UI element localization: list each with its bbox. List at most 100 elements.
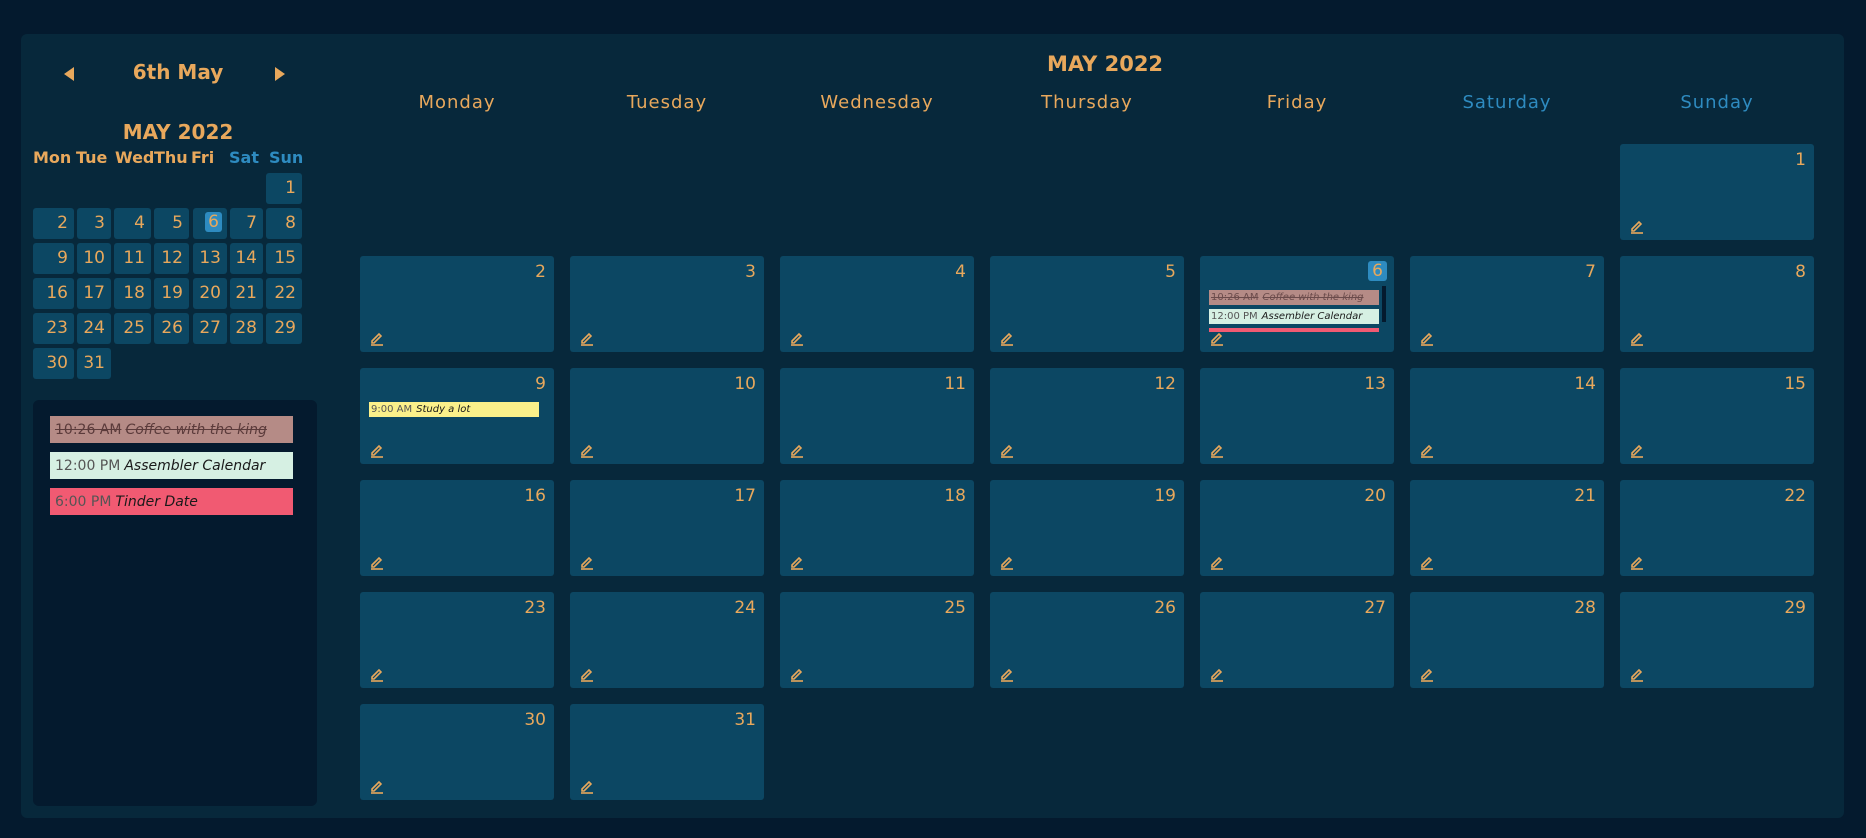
mini-day-1[interactable]: 1	[266, 173, 302, 204]
day-cell-21[interactable]: 21	[1410, 480, 1604, 576]
edit-day-button[interactable]	[789, 666, 805, 682]
edit-day-button[interactable]	[1629, 554, 1645, 570]
edit-day-button[interactable]	[1419, 554, 1435, 570]
agenda-item[interactable]: 10:26 AM Coffee with the king	[50, 416, 293, 443]
mini-day-5[interactable]: 5	[154, 208, 189, 239]
day-cell-9[interactable]: 9 9:00 AM Study a lot	[360, 368, 554, 464]
day-cell-19[interactable]: 19	[990, 480, 1184, 576]
day-cell-29[interactable]: 29	[1620, 592, 1814, 688]
day-cell-1[interactable]: 1	[1620, 144, 1814, 240]
edit-day-button[interactable]	[579, 330, 595, 346]
day-cell-20[interactable]: 20	[1200, 480, 1394, 576]
edit-day-button[interactable]	[1629, 666, 1645, 682]
day-cell-28[interactable]: 28	[1410, 592, 1604, 688]
mini-day-7[interactable]: 7	[230, 208, 263, 239]
mini-day-28[interactable]: 28	[230, 313, 263, 344]
day-cell-22[interactable]: 22	[1620, 480, 1814, 576]
edit-day-button[interactable]	[369, 442, 385, 458]
mini-day-12[interactable]: 12	[154, 243, 189, 274]
mini-day-30[interactable]: 30	[33, 348, 74, 379]
mini-day-2[interactable]: 2	[33, 208, 74, 239]
mini-day-29[interactable]: 29	[266, 313, 302, 344]
edit-day-button[interactable]	[579, 778, 595, 794]
next-day-button[interactable]	[268, 62, 292, 86]
day-cell-5[interactable]: 5	[990, 256, 1184, 352]
edit-day-button[interactable]	[789, 442, 805, 458]
edit-day-button[interactable]	[1629, 218, 1645, 234]
edit-day-button[interactable]	[999, 666, 1015, 682]
edit-day-button[interactable]	[1419, 666, 1435, 682]
mini-day-31[interactable]: 31	[77, 348, 111, 379]
prev-day-button[interactable]	[57, 62, 81, 86]
mini-day-10[interactable]: 10	[77, 243, 111, 274]
edit-day-button[interactable]	[579, 554, 595, 570]
mini-day-22[interactable]: 22	[266, 278, 302, 309]
edit-day-button[interactable]	[369, 554, 385, 570]
event-item[interactable]: 10:26 AM Coffee with the king	[1209, 290, 1379, 305]
day-cell-18[interactable]: 18	[780, 480, 974, 576]
mini-day-25[interactable]: 25	[114, 313, 151, 344]
day-cell-14[interactable]: 14	[1410, 368, 1604, 464]
edit-day-button[interactable]	[1209, 442, 1225, 458]
day-cell-7[interactable]: 7	[1410, 256, 1604, 352]
mini-day-20[interactable]: 20	[193, 278, 227, 309]
day-cell-24[interactable]: 24	[570, 592, 764, 688]
edit-day-button[interactable]	[369, 666, 385, 682]
agenda-item[interactable]: 6:00 PM Tinder Date	[50, 488, 293, 515]
edit-day-button[interactable]	[999, 330, 1015, 346]
edit-day-button[interactable]	[789, 330, 805, 346]
mini-day-23[interactable]: 23	[33, 313, 74, 344]
event-item[interactable]: 12:00 PM Assembler Calendar	[1209, 309, 1379, 324]
mini-day-19[interactable]: 19	[154, 278, 189, 309]
mini-day-21[interactable]: 21	[230, 278, 263, 309]
edit-day-button[interactable]	[1629, 442, 1645, 458]
edit-day-button[interactable]	[789, 554, 805, 570]
mini-day-4[interactable]: 4	[114, 208, 151, 239]
day-cell-30[interactable]: 30	[360, 704, 554, 800]
mini-day-13[interactable]: 13	[193, 243, 227, 274]
edit-day-button[interactable]	[1629, 330, 1645, 346]
day-cell-25[interactable]: 25	[780, 592, 974, 688]
mini-day-16[interactable]: 16	[33, 278, 74, 309]
mini-day-3[interactable]: 3	[77, 208, 111, 239]
event-item[interactable]	[1209, 328, 1379, 332]
edit-day-button[interactable]	[579, 666, 595, 682]
day-cell-12[interactable]: 12	[990, 368, 1184, 464]
edit-day-button[interactable]	[579, 442, 595, 458]
day-cell-31[interactable]: 31	[570, 704, 764, 800]
day-cell-27[interactable]: 27	[1200, 592, 1394, 688]
agenda-item[interactable]: 12:00 PM Assembler Calendar	[50, 452, 293, 479]
edit-day-button[interactable]	[1419, 442, 1435, 458]
edit-day-button[interactable]	[1209, 666, 1225, 682]
event-scrollbar[interactable]	[1382, 286, 1386, 322]
mini-day-27[interactable]: 27	[193, 313, 227, 344]
mini-day-18[interactable]: 18	[114, 278, 151, 309]
mini-day-24[interactable]: 24	[77, 313, 111, 344]
day-cell-26[interactable]: 26	[990, 592, 1184, 688]
mini-day-26[interactable]: 26	[154, 313, 189, 344]
mini-day-17[interactable]: 17	[77, 278, 111, 309]
day-cell-10[interactable]: 10	[570, 368, 764, 464]
mini-day-15[interactable]: 15	[266, 243, 302, 274]
edit-day-button[interactable]	[369, 778, 385, 794]
mini-day-9[interactable]: 9	[33, 243, 74, 274]
day-cell-8[interactable]: 8	[1620, 256, 1814, 352]
day-cell-17[interactable]: 17	[570, 480, 764, 576]
day-cell-13[interactable]: 13	[1200, 368, 1394, 464]
day-cell-16[interactable]: 16	[360, 480, 554, 576]
mini-day-14[interactable]: 14	[230, 243, 263, 274]
event-item[interactable]: 9:00 AM Study a lot	[369, 402, 539, 417]
day-cell-23[interactable]: 23	[360, 592, 554, 688]
edit-day-button[interactable]	[999, 442, 1015, 458]
edit-day-button[interactable]	[369, 330, 385, 346]
edit-day-button[interactable]	[1209, 330, 1225, 346]
day-cell-2[interactable]: 2	[360, 256, 554, 352]
mini-day-8[interactable]: 8	[266, 208, 302, 239]
mini-day-6[interactable]: 6	[193, 208, 227, 239]
edit-day-button[interactable]	[1209, 554, 1225, 570]
edit-day-button[interactable]	[1419, 330, 1435, 346]
day-cell-6[interactable]: 6 10:26 AM Coffee with the king 12:00 PM Ass…	[1200, 256, 1394, 352]
day-cell-11[interactable]: 11	[780, 368, 974, 464]
edit-day-button[interactable]	[999, 554, 1015, 570]
day-cell-3[interactable]: 3	[570, 256, 764, 352]
